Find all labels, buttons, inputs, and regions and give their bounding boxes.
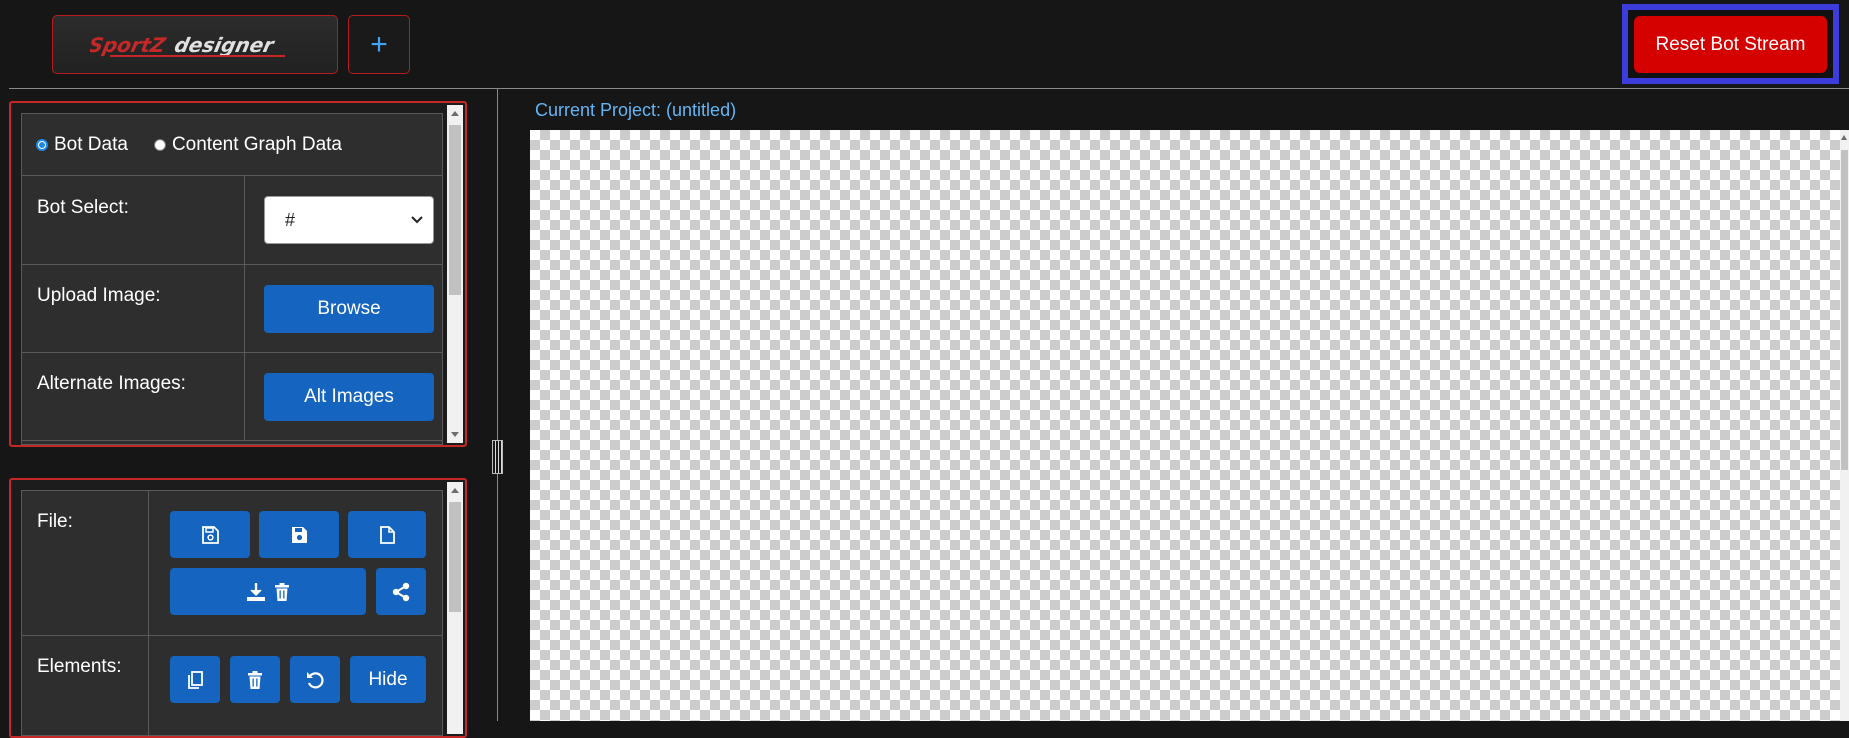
data-panel: Bot Data Content Graph Data Bot Select: …: [9, 101, 467, 447]
share-icon: [392, 582, 410, 601]
copy-element-button[interactable]: [170, 656, 220, 703]
undo-button[interactable]: [290, 656, 340, 703]
elements-row: Elements: Hide: [22, 636, 442, 736]
bot-data-label[interactable]: Bot Data: [54, 134, 128, 156]
scroll-up-arrow-icon[interactable]: [1841, 135, 1847, 140]
alt-images-button[interactable]: Alt Images: [264, 373, 434, 421]
data-source-row: Bot Data Content Graph Data: [22, 114, 442, 176]
file-row: File:: [22, 491, 442, 636]
design-canvas[interactable]: [530, 130, 1840, 721]
canvas-scrollbar[interactable]: [1840, 130, 1849, 721]
browse-button[interactable]: Browse: [264, 285, 434, 333]
tools-panel: File: Elements: Hide: [9, 478, 467, 738]
bot-select-label: Bot Select:: [37, 197, 129, 218]
bot-select-dropdown[interactable]: #: [264, 196, 434, 244]
upload-image-row: Upload Image: Browse: [22, 265, 442, 353]
download-icon: [247, 582, 265, 601]
add-project-button[interactable]: +: [348, 15, 410, 74]
svg-text:designer: designer: [172, 33, 278, 57]
copy-icon: [188, 670, 203, 689]
save-icon: [292, 526, 307, 543]
trash-icon: [248, 670, 262, 689]
save-button[interactable]: [259, 511, 339, 558]
scrollbar-thumb[interactable]: [449, 502, 461, 612]
current-project-label: Current Project: (untitled): [535, 100, 737, 120]
new-file-button[interactable]: [348, 511, 426, 558]
content-graph-data-radio[interactable]: [153, 138, 166, 151]
data-panel-scrollbar[interactable]: [447, 105, 463, 443]
logo-button[interactable]: SportZ designer: [52, 15, 338, 74]
column-divider: [244, 353, 245, 440]
alternate-images-label: Alternate Images:: [37, 373, 186, 394]
scrollbar-thumb[interactable]: [449, 125, 461, 295]
tools-panel-scrollbar[interactable]: [447, 482, 463, 734]
save-as-button[interactable]: [170, 511, 250, 558]
svg-text:SportZ: SportZ: [90, 33, 168, 57]
elements-label: Elements:: [37, 656, 122, 677]
bot-select-row: Bot Select: #: [22, 176, 442, 265]
chevron-down-icon: [411, 216, 423, 224]
share-button[interactable]: [376, 568, 426, 615]
download-delete-button[interactable]: [170, 568, 366, 615]
undo-icon: [307, 671, 324, 688]
splitter-drag-handle[interactable]: [492, 440, 503, 474]
scroll-up-arrow-icon[interactable]: [451, 488, 459, 493]
sportzdesigner-logo: SportZ designer: [90, 33, 285, 57]
tools-panel-table: File: Elements: Hide: [21, 490, 443, 736]
scroll-up-arrow-icon[interactable]: [451, 111, 459, 116]
data-panel-table: Bot Data Content Graph Data Bot Select: …: [21, 113, 443, 445]
plus-icon: +: [370, 27, 388, 61]
scrollbar-thumb[interactable]: [1841, 150, 1848, 470]
column-divider: [244, 265, 245, 352]
column-divider: [148, 491, 149, 635]
bot-select-value: #: [285, 209, 296, 230]
file-label: File:: [37, 511, 73, 532]
column-divider: [244, 176, 245, 264]
alternate-images-row: Alternate Images: Alt Images: [22, 353, 442, 441]
panel-splitter: [497, 89, 498, 721]
hide-element-button[interactable]: Hide: [350, 656, 426, 703]
content-graph-data-label[interactable]: Content Graph Data: [172, 134, 342, 156]
column-divider: [148, 636, 149, 736]
header-divider: [9, 88, 1849, 89]
trash-icon: [275, 582, 289, 601]
delete-element-button[interactable]: [230, 656, 280, 703]
save-as-icon: [202, 525, 219, 544]
scroll-down-arrow-icon[interactable]: [451, 432, 459, 437]
bot-data-radio[interactable]: [36, 138, 48, 151]
reset-bot-stream-button[interactable]: Reset Bot Stream: [1634, 16, 1827, 73]
new-file-icon: [380, 525, 395, 544]
upload-image-label: Upload Image:: [37, 285, 161, 306]
